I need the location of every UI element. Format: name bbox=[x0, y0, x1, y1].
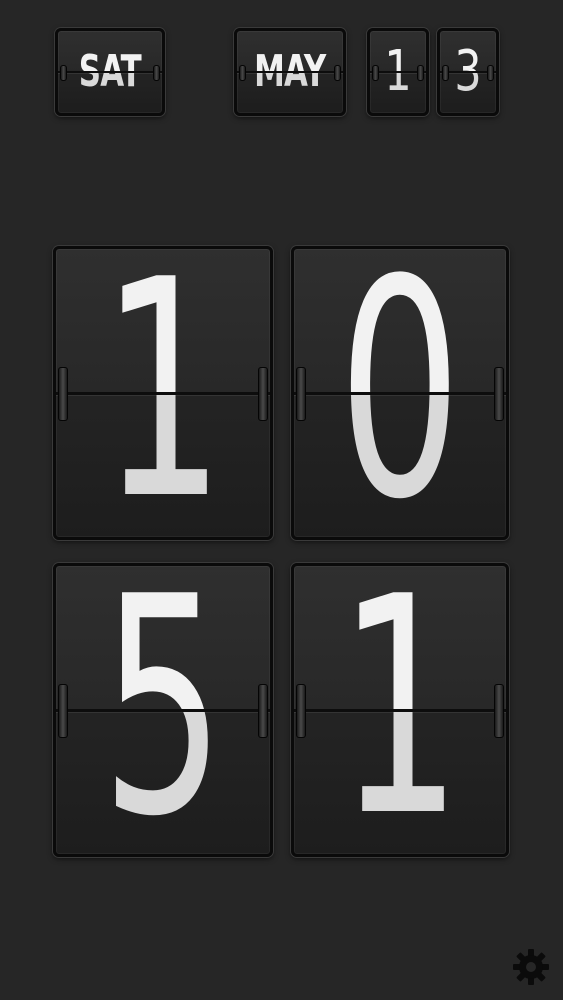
month-card: MAY bbox=[234, 28, 346, 116]
card-hinge-left bbox=[58, 367, 68, 421]
card-hinge-right bbox=[417, 65, 424, 81]
card-hinge-left bbox=[60, 65, 67, 81]
card-hinge-right bbox=[487, 65, 494, 81]
hour-digit-1-card: 1 bbox=[53, 246, 273, 540]
card-hinge-left bbox=[296, 367, 306, 421]
hour-digit-2-card: 0 bbox=[291, 246, 509, 540]
card-hinge-left bbox=[442, 65, 449, 81]
card-split-line bbox=[294, 392, 506, 395]
card-hinge-right bbox=[258, 367, 268, 421]
card-hinge-left bbox=[58, 684, 68, 738]
card-hinge-left bbox=[296, 684, 306, 738]
date-digit-1-card: 1 bbox=[367, 28, 429, 116]
card-hinge-right bbox=[153, 65, 160, 81]
card-split-line bbox=[294, 709, 506, 712]
card-hinge-right bbox=[494, 367, 504, 421]
minute-digit-2-card: 1 bbox=[291, 563, 509, 857]
settings-button[interactable] bbox=[511, 947, 551, 987]
card-hinge-right bbox=[258, 684, 268, 738]
day-of-week-card: SAT bbox=[55, 28, 165, 116]
card-split-line bbox=[58, 71, 162, 73]
card-hinge-right bbox=[494, 684, 504, 738]
gear-icon bbox=[513, 949, 549, 985]
card-split-line bbox=[56, 709, 270, 712]
card-hinge-left bbox=[372, 65, 379, 81]
date-digit-2-card: 3 bbox=[437, 28, 499, 116]
card-hinge-right bbox=[334, 65, 341, 81]
card-split-line bbox=[56, 392, 270, 395]
card-hinge-left bbox=[239, 65, 246, 81]
card-split-line bbox=[237, 71, 343, 73]
minute-digit-1-card: 5 bbox=[53, 563, 273, 857]
